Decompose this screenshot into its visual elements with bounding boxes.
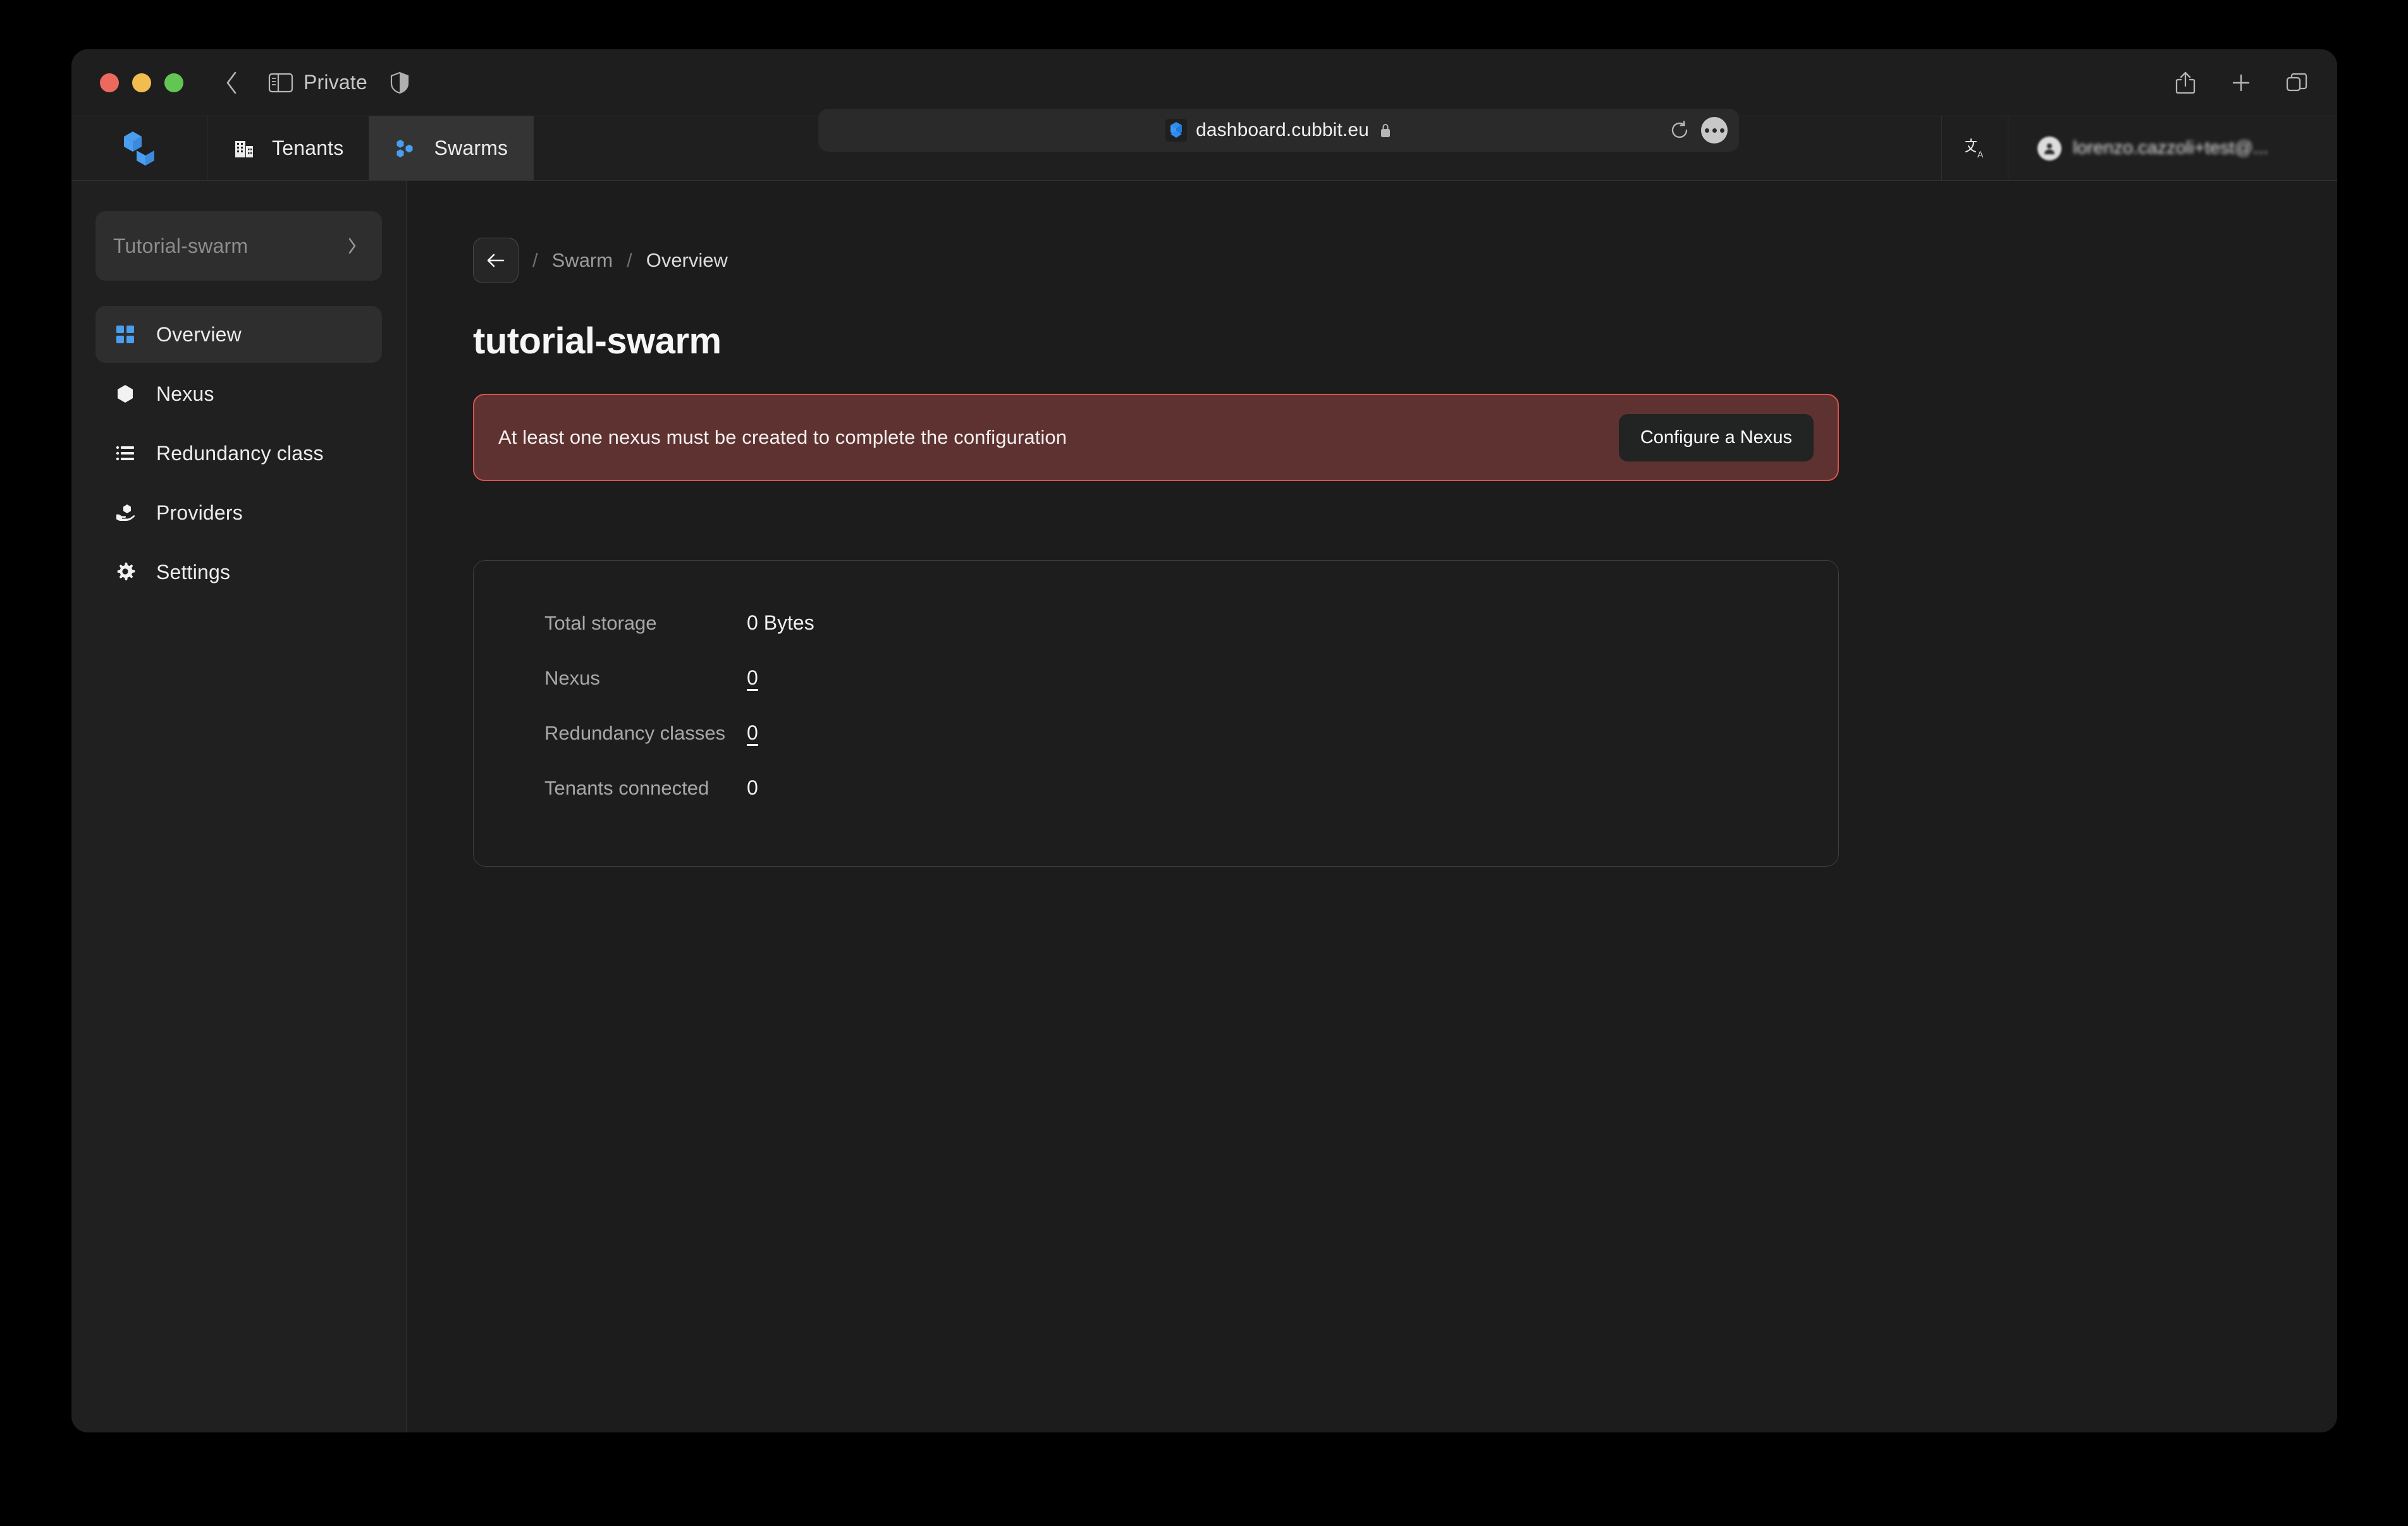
browser-sidebar-toggle[interactable]: Private xyxy=(268,71,367,94)
user-icon xyxy=(2044,143,2055,154)
stat-row-nexus: Nexus 0 xyxy=(544,666,1838,721)
close-window-button[interactable] xyxy=(100,73,119,92)
sidebar-item-label: Redundancy class xyxy=(156,441,324,465)
nav-tab-label: Swarms xyxy=(434,137,508,159)
sidebar-item-providers[interactable]: Providers xyxy=(95,484,382,541)
back-button[interactable] xyxy=(473,238,519,283)
more-dot xyxy=(1712,128,1717,133)
user-email-label: lorenzo.cazzoli+test@... xyxy=(2073,138,2269,158)
lock-icon xyxy=(1380,124,1390,137)
swarm-selector[interactable]: Tutorial-swarm xyxy=(95,211,382,281)
share-icon xyxy=(2175,71,2196,94)
browser-toolbar-actions xyxy=(2174,70,2308,95)
translate-icon: A xyxy=(1965,138,1984,159)
browser-back-button[interactable] xyxy=(219,69,244,97)
share-button[interactable] xyxy=(2174,70,2197,95)
sidebar-item-label: Nexus xyxy=(156,382,214,405)
sidebar-item-label: Providers xyxy=(156,501,243,524)
tab-overview-icon xyxy=(2286,73,2307,91)
grid-icon xyxy=(113,322,137,346)
sidebar-item-overview[interactable]: Overview xyxy=(95,306,382,363)
tab-overview-button[interactable] xyxy=(2285,70,2308,95)
hexagon-icon xyxy=(113,382,137,406)
stat-label: Nexus xyxy=(544,667,600,689)
svg-text:A: A xyxy=(1977,149,1984,159)
stat-label: Total storage xyxy=(544,612,657,634)
stat-row-total-storage: Total storage 0 Bytes xyxy=(544,611,1838,666)
stat-row-redundancy-classes: Redundancy classes 0 xyxy=(544,721,1838,776)
stat-label: Redundancy classes xyxy=(544,722,726,744)
building-icon xyxy=(233,137,255,160)
swarm-hexagons-icon xyxy=(395,137,417,160)
privacy-shield-button[interactable] xyxy=(390,71,409,94)
minimize-window-button[interactable] xyxy=(132,73,151,92)
gear-icon xyxy=(113,560,137,584)
address-bar-url: dashboard.cubbit.eu xyxy=(1196,119,1369,140)
more-dot xyxy=(1704,128,1709,133)
back-chevron-icon xyxy=(226,71,236,94)
hand-hexagon-icon xyxy=(113,501,137,525)
window-traffic-lights xyxy=(100,73,183,92)
reload-page-button[interactable] xyxy=(1671,120,1690,140)
private-mode-label: Private xyxy=(304,71,367,94)
alert-message: At least one nexus must be created to co… xyxy=(498,426,1067,448)
page-options-button[interactable] xyxy=(1701,117,1728,143)
user-account-menu[interactable]: lorenzo.cazzoli+test@... xyxy=(2008,116,2337,180)
chevron-right-icon xyxy=(347,236,358,255)
privacy-shield-icon xyxy=(390,71,409,94)
sidebar-item-redundancy-class[interactable]: Redundancy class xyxy=(95,425,382,482)
breadcrumb-separator: / xyxy=(627,249,632,271)
breadcrumb-parent[interactable]: Swarm xyxy=(552,249,613,272)
cubbit-favicon-icon xyxy=(1170,122,1182,138)
browser-toolbar: Private dashboard.cubbit.eu xyxy=(71,49,2337,152)
stat-row-tenants-connected: Tenants connected 0 xyxy=(544,776,1838,831)
breadcrumb: / Swarm / Overview xyxy=(473,238,2337,283)
nav-tab-label: Tenants xyxy=(272,137,344,159)
cubbit-logo[interactable] xyxy=(71,116,207,180)
sidebar-item-settings[interactable]: Settings xyxy=(95,544,382,601)
secure-connection-indicator xyxy=(1379,122,1392,138)
sidebar-item-nexus[interactable]: Nexus xyxy=(95,365,382,422)
cubbit-logo-icon xyxy=(124,131,154,166)
app-body: Tutorial-swarm Overview Nexus Redundancy… xyxy=(71,181,2337,1432)
new-tab-button[interactable] xyxy=(2230,70,2252,95)
nexus-required-alert: At least one nexus must be created to co… xyxy=(473,394,1839,481)
address-bar-actions xyxy=(1671,117,1728,143)
sidebar-nav-list: Overview Nexus Redundancy class Provider… xyxy=(95,306,382,601)
nav-tab-tenants[interactable]: Tenants xyxy=(207,116,370,180)
swarm-stats-card: Total storage 0 Bytes Nexus 0 Redundancy… xyxy=(473,560,1839,867)
site-favicon xyxy=(1165,119,1188,142)
address-bar[interactable]: dashboard.cubbit.eu xyxy=(818,109,1739,152)
stat-label: Tenants connected xyxy=(544,777,710,799)
browser-window: Private dashboard.cubbit.eu Tenants Swar… xyxy=(71,49,2337,1432)
sidebar-item-label: Settings xyxy=(156,560,231,583)
address-bar-content: dashboard.cubbit.eu xyxy=(1165,119,1392,142)
nav-tab-swarms[interactable]: Swarms xyxy=(369,116,534,180)
sidebar: Tutorial-swarm Overview Nexus Redundancy… xyxy=(71,181,407,1432)
sidebar-toggle-icon xyxy=(268,73,293,92)
plus-icon xyxy=(2232,74,2250,91)
list-icon xyxy=(113,441,137,465)
swarm-selector-label: Tutorial-swarm xyxy=(113,234,249,257)
sidebar-item-label: Overview xyxy=(156,322,242,346)
arrow-left-icon xyxy=(487,253,505,267)
avatar xyxy=(2037,136,2061,161)
stat-value: 0 Bytes xyxy=(747,611,814,634)
breadcrumb-separator: / xyxy=(532,249,538,271)
translate-button[interactable]: A xyxy=(1942,116,2008,180)
breadcrumb-current: Overview xyxy=(646,249,728,271)
configure-nexus-button[interactable]: Configure a Nexus xyxy=(1618,413,1814,461)
stat-value[interactable]: 0 xyxy=(747,721,758,745)
stat-value: 0 xyxy=(747,776,758,799)
stat-value[interactable]: 0 xyxy=(747,666,758,690)
page-title: tutorial-swarm xyxy=(473,320,722,362)
maximize-window-button[interactable] xyxy=(164,73,183,92)
reload-icon xyxy=(1671,120,1688,138)
more-dot xyxy=(1719,128,1724,133)
main-content: / Swarm / Overview tutorial-swarm At lea… xyxy=(407,181,2337,1432)
